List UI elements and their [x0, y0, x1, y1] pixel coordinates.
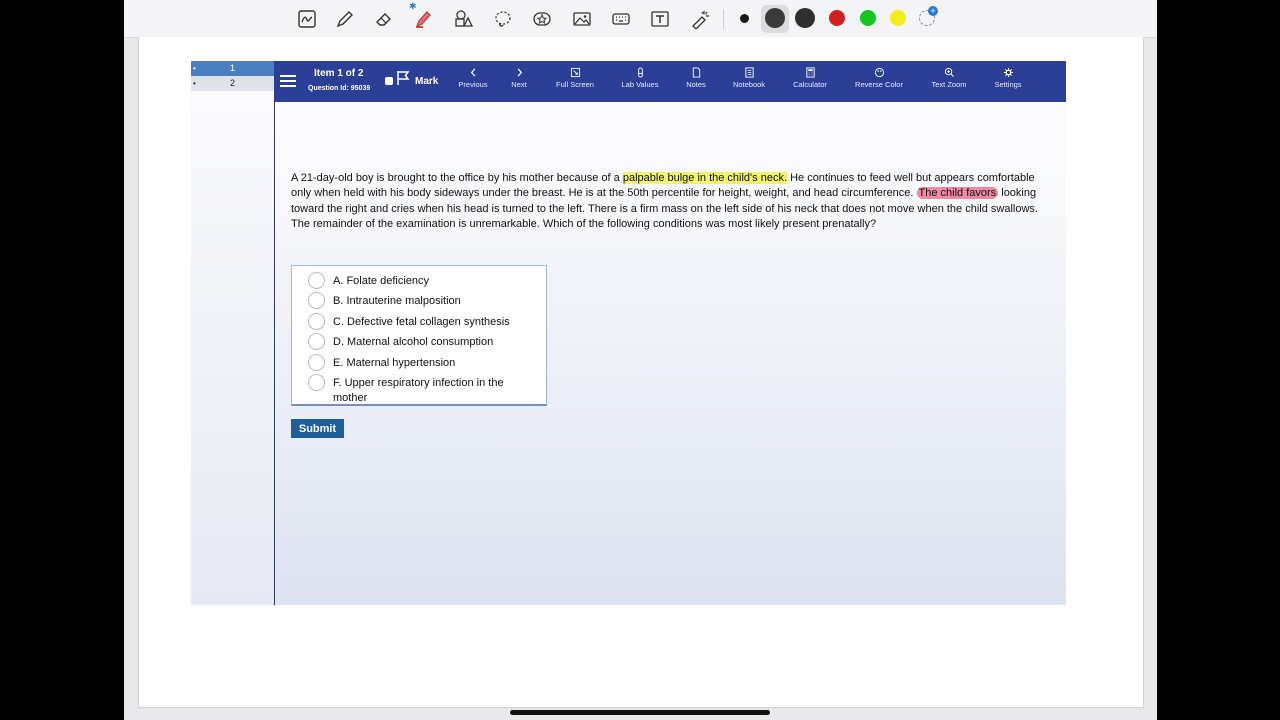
- red-highlight: The child favors: [916, 187, 999, 200]
- shapes-icon[interactable]: [451, 7, 475, 31]
- text-zoom-button[interactable]: Text Zoom: [927, 67, 971, 89]
- annotation-toolbar: ✱ +: [124, 0, 1157, 38]
- lab-values-label: Lab Values: [621, 80, 659, 89]
- radio-button[interactable]: [308, 292, 325, 309]
- lasso-icon[interactable]: [491, 7, 515, 31]
- color-swatch-green[interactable]: [860, 10, 876, 26]
- answer-choices: A. Folate deficiency B. Intrauterine mal…: [291, 265, 547, 406]
- laser-pointer-icon[interactable]: [688, 7, 712, 31]
- answer-choice-d[interactable]: D. Maternal alcohol consumption: [308, 333, 533, 350]
- settings-button[interactable]: Settings: [991, 67, 1025, 89]
- yellow-highlight: palpable bulge in the child's neck.: [622, 172, 788, 184]
- chevron-right-icon: [502, 67, 536, 79]
- radio-button[interactable]: [308, 374, 325, 391]
- question-list-item-2[interactable]: • 2: [191, 76, 274, 91]
- note-icon: [686, 67, 706, 79]
- previous-label: Previous: [458, 80, 488, 89]
- notes-button[interactable]: Notes: [686, 67, 706, 89]
- zoom-icon: [927, 67, 971, 79]
- choice-label: B. Intrauterine malposition: [333, 295, 461, 307]
- previous-button[interactable]: Previous: [453, 67, 493, 89]
- question-id: Question Id: 95039: [308, 85, 371, 92]
- exam-header: Item 1 of 2 Question Id: 95039 Mark Prev…: [274, 61, 1066, 102]
- pen-icon[interactable]: [333, 7, 357, 31]
- color-swatch-darkgray[interactable]: [765, 8, 785, 28]
- toolbar-divider: [723, 9, 724, 29]
- radio-button[interactable]: [308, 272, 325, 289]
- mark-label[interactable]: Mark: [415, 76, 438, 87]
- mark-checkbox[interactable]: [385, 77, 393, 85]
- tablet-screen: ✱ + • 1 • 2 Item 1 of 2 Question Id: 950…: [124, 0, 1157, 720]
- item-title: Item 1 of 2: [314, 68, 364, 79]
- question-text: A 21-day-old boy is brought to the offic…: [291, 172, 623, 184]
- answer-choice-b[interactable]: B. Intrauterine malposition: [308, 292, 533, 309]
- answer-choice-a[interactable]: A. Folate deficiency: [308, 272, 533, 289]
- submit-button[interactable]: Submit: [291, 419, 344, 438]
- color-swatch-black[interactable]: [795, 8, 815, 28]
- highlighter-icon[interactable]: ✱: [409, 1, 435, 31]
- full-screen-button[interactable]: Full Screen: [554, 67, 596, 89]
- text-zoom-label: Text Zoom: [931, 80, 967, 89]
- choice-label: A. Folate deficiency: [333, 275, 429, 287]
- color-swatch-yellow[interactable]: [890, 10, 906, 26]
- answer-choice-f[interactable]: F. Upper respiratory infection in the mo…: [308, 374, 533, 406]
- notes-label: Notes: [686, 80, 706, 89]
- exam-app: • 1 • 2 Item 1 of 2 Question Id: 95039 M…: [191, 61, 1066, 605]
- menu-icon[interactable]: [280, 75, 296, 90]
- color-swatch-red[interactable]: [829, 10, 845, 26]
- image-icon[interactable]: [570, 7, 594, 31]
- bullet-marker: •: [193, 64, 196, 73]
- question-number: 1: [229, 63, 235, 73]
- choice-label: F. Upper respiratory infection in the mo…: [333, 377, 504, 404]
- calculator-label: Calculator: [793, 80, 827, 89]
- reverse-color-label: Reverse Color: [855, 80, 903, 89]
- add-color-icon[interactable]: +: [919, 6, 938, 26]
- keyboard-icon[interactable]: [609, 7, 633, 31]
- radio-button[interactable]: [308, 354, 325, 371]
- full-screen-label: Full Screen: [556, 80, 594, 89]
- bullet-marker: •: [193, 79, 196, 88]
- lab-values-button[interactable]: Lab Values: [619, 67, 661, 89]
- next-button[interactable]: Next: [502, 67, 536, 89]
- question-stem: A 21-day-old boy is brought to the offic…: [291, 171, 1051, 233]
- home-indicator[interactable]: [510, 710, 770, 715]
- notebook-icon: [730, 67, 768, 79]
- full-screen-icon: [554, 67, 596, 79]
- answer-choice-e[interactable]: E. Maternal hypertension: [308, 354, 533, 371]
- choice-label: E. Maternal hypertension: [333, 357, 456, 369]
- question-list: • 1 • 2: [191, 61, 275, 605]
- choice-label: C. Defective fetal collagen synthesis: [333, 316, 510, 328]
- calculator-icon: [790, 67, 830, 79]
- question-number: 2: [229, 78, 235, 88]
- notebook-label: Notebook: [732, 80, 766, 89]
- eraser-icon[interactable]: [372, 7, 396, 31]
- test-tube-icon: [619, 67, 661, 79]
- sticker-icon[interactable]: [530, 7, 554, 31]
- text-box-icon[interactable]: [648, 7, 672, 31]
- choice-label: D. Maternal alcohol consumption: [333, 336, 494, 348]
- reverse-color-button[interactable]: Reverse Color: [852, 67, 906, 89]
- next-label: Next: [511, 80, 527, 89]
- color-swatch-black-small[interactable]: [740, 14, 749, 23]
- gear-icon: [991, 67, 1025, 79]
- lasso-text-icon[interactable]: [295, 7, 319, 31]
- answer-choice-c[interactable]: C. Defective fetal collagen synthesis: [308, 313, 533, 330]
- calculator-button[interactable]: Calculator: [790, 67, 830, 89]
- note-page: • 1 • 2 Item 1 of 2 Question Id: 95039 M…: [138, 37, 1144, 708]
- question-list-item-1[interactable]: • 1: [191, 61, 274, 76]
- notebook-button[interactable]: Notebook: [730, 67, 768, 89]
- palette-icon: [852, 67, 906, 79]
- radio-button[interactable]: [308, 333, 325, 350]
- settings-label: Settings: [994, 80, 1022, 89]
- flag-icon[interactable]: [396, 70, 410, 86]
- radio-button[interactable]: [308, 313, 325, 330]
- chevron-left-icon: [453, 67, 493, 79]
